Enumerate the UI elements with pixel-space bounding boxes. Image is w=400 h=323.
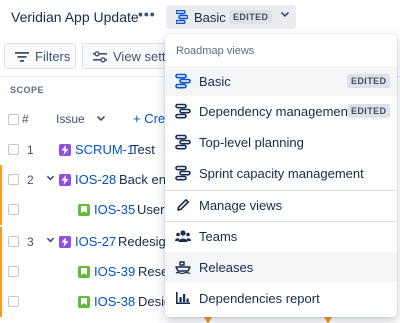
menu-item-label: Teams	[199, 229, 238, 244]
teams-icon	[175, 228, 191, 244]
menu-item-label: Dependency management	[199, 104, 352, 119]
create-issue-button[interactable]: + Cre	[133, 111, 165, 126]
epic-icon	[59, 236, 71, 248]
menu-item-label: Releases	[199, 260, 254, 275]
roadmap-view-icon	[175, 73, 191, 89]
menu-item-basic[interactable]: Basic EDITED	[165, 66, 397, 96]
epic-icon	[59, 144, 71, 156]
issue-summary: Test	[131, 142, 155, 157]
menu-item-manage-views[interactable]: Manage views	[165, 190, 397, 220]
menu-item-label: Top-level planning	[199, 135, 304, 150]
epic-icon	[59, 174, 71, 186]
pencil-icon	[175, 197, 191, 213]
roadmap-view-icon	[175, 165, 191, 181]
roadmap-view-selector[interactable]: Basic EDITED	[166, 5, 296, 29]
issue-key-link[interactable]: IOS-28	[75, 172, 116, 187]
table-row[interactable]: 3 IOS-27 Redesign	[0, 227, 173, 257]
select-all-checkbox[interactable]	[8, 114, 19, 125]
menu-item-releases[interactable]: Releases	[165, 252, 397, 282]
view-settings-label: View setti	[113, 49, 169, 64]
table-row[interactable]: IOS-35 User	[0, 195, 170, 225]
row-checkbox[interactable]	[8, 204, 19, 215]
page-header: Veridian App Update ••• Basic EDITED	[0, 0, 400, 36]
timeline-marker-icon	[324, 317, 332, 323]
issue-summary: User	[137, 202, 165, 217]
row-rank: 1	[27, 143, 34, 157]
table-row[interactable]: IOS-38 Desig	[0, 287, 171, 317]
story-icon	[78, 204, 90, 216]
menu-item-label: Dependencies report	[199, 291, 320, 306]
issue-key-link[interactable]: IOS-38	[94, 294, 135, 309]
ship-icon	[175, 259, 191, 275]
expand-chevron-icon[interactable]	[46, 173, 55, 184]
menu-item-sprint-capacity-management[interactable]: Sprint capacity management	[165, 158, 397, 188]
project-title: Veridian App Update	[11, 9, 139, 25]
filter-icon	[15, 50, 29, 68]
row-checkbox[interactable]	[8, 296, 19, 307]
expand-chevron-icon[interactable]	[46, 235, 55, 246]
row-checkbox[interactable]	[8, 266, 19, 277]
view-selector-label: Basic	[194, 10, 226, 25]
issue-key-link[interactable]: IOS-39	[94, 264, 135, 279]
rank-column-header: #	[22, 112, 29, 126]
menu-item-label: Sprint capacity management	[199, 166, 364, 181]
edited-badge: EDITED	[347, 104, 391, 118]
filters-button[interactable]: Filters	[4, 43, 76, 69]
scope-heading: SCOPE	[10, 85, 45, 95]
menu-item-label: Manage views	[199, 198, 283, 213]
issue-column-header[interactable]: Issue	[56, 112, 85, 126]
roadmap-views-menu: Roadmap views Basic EDITED Dependency ma…	[165, 34, 397, 317]
app-window: Veridian App Update ••• Basic EDITED Fil…	[0, 0, 400, 323]
row-rank: 2	[27, 173, 34, 187]
table-row[interactable]: 2 IOS-28 Back end	[0, 165, 173, 195]
issue-key-link[interactable]: IOS-35	[94, 202, 135, 217]
table-row[interactable]: IOS-39 Resea	[0, 257, 176, 287]
menu-item-teams[interactable]: Teams	[165, 221, 397, 251]
issue-key-link[interactable]: SCRUM-1	[75, 142, 134, 157]
timeline-marker-icon	[204, 317, 212, 323]
filters-label: Filters	[35, 49, 71, 64]
row-checkbox[interactable]	[8, 174, 19, 185]
bar-chart-icon	[175, 290, 191, 306]
settings-sliders-icon	[93, 50, 107, 68]
menu-section-title: Roadmap views	[176, 45, 255, 57]
row-checkbox[interactable]	[8, 236, 19, 247]
edited-badge: EDITED	[229, 10, 273, 24]
roadmap-view-icon	[175, 134, 191, 150]
menu-item-top-level-planning[interactable]: Top-level planning	[165, 127, 397, 157]
menu-item-dependencies-report[interactable]: Dependencies report	[165, 283, 397, 313]
story-icon	[78, 266, 90, 278]
menu-item-label: Basic	[199, 74, 231, 89]
roadmap-view-icon	[175, 103, 191, 119]
more-actions-button[interactable]: •••	[138, 6, 158, 26]
issue-key-link[interactable]: IOS-27	[75, 234, 116, 249]
menu-item-dependency-management[interactable]: Dependency management EDITED	[165, 96, 397, 126]
chevron-down-icon	[280, 9, 290, 22]
row-rank: 3	[27, 235, 34, 249]
row-checkbox[interactable]	[8, 144, 19, 155]
roadmap-view-icon	[175, 9, 189, 29]
edited-badge: EDITED	[347, 74, 391, 88]
sort-down-icon[interactable]	[96, 113, 106, 126]
story-icon	[78, 296, 90, 308]
table-row[interactable]: 1 SCRUM-1 Test	[0, 135, 170, 165]
